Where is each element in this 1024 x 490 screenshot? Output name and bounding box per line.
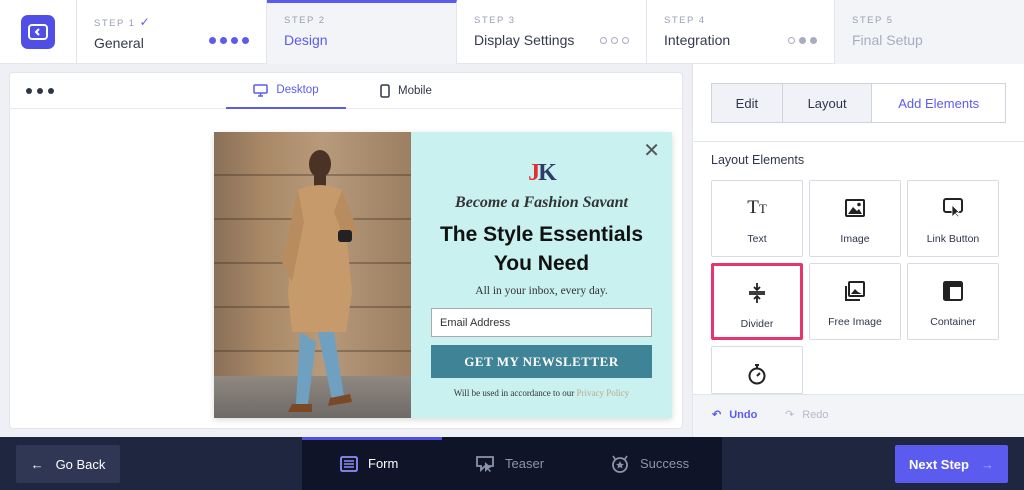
text-icon: TT	[747, 197, 767, 218]
preview-canvas: Desktop Mobile ✕ JK Become a Fashion Sav…	[10, 73, 682, 428]
tab-form[interactable]: Form	[340, 437, 398, 490]
popup-subtext[interactable]: All in your inbox, every day.	[411, 285, 672, 297]
tab-mobile[interactable]: Mobile	[380, 73, 432, 109]
tab-label: Desktop	[276, 84, 319, 96]
elements-panel: Edit Layout Add Elements Layout Elements…	[692, 64, 1024, 437]
popup-tagline[interactable]: Become a Fashion Savant	[411, 194, 672, 212]
cursor-click-icon	[943, 196, 963, 220]
step-design[interactable]: STEP 2 Design	[267, 0, 457, 64]
step-number: STEP 3	[474, 15, 516, 26]
back-logo-icon	[21, 15, 55, 49]
step-number: STEP 1	[94, 18, 136, 29]
privacy-policy-link[interactable]: Privacy Policy	[577, 388, 630, 398]
step-number: STEP 4	[664, 15, 706, 26]
preview-toolbar: Desktop Mobile	[10, 73, 682, 109]
element-container[interactable]: Container	[907, 263, 999, 340]
progress-dots	[600, 37, 629, 44]
footer-bar: ← Go Back Form Teaser Success Next Step …	[0, 437, 1024, 490]
arrow-left-icon: ←	[30, 456, 44, 472]
redo-button[interactable]: ↷ Redo	[785, 408, 829, 422]
panel-tabs: Edit Layout Add Elements	[711, 83, 1006, 123]
step-title: Design	[284, 32, 328, 48]
container-icon	[943, 279, 963, 303]
popup-headline[interactable]: The Style Essentials You Need	[431, 220, 652, 278]
success-icon	[612, 455, 628, 473]
more-icon[interactable]	[26, 88, 54, 94]
arrow-right-icon: →	[980, 456, 994, 472]
go-back-button[interactable]: ← Go Back	[16, 445, 120, 483]
newsletter-button[interactable]: GET MY NEWSLETTER	[431, 345, 652, 378]
tab-add-elements[interactable]: Add Elements	[872, 84, 1005, 122]
section-label: Layout Elements	[711, 153, 805, 167]
step-integration[interactable]: STEP 4 Integration	[647, 0, 835, 64]
teaser-icon	[476, 455, 494, 472]
stopwatch-icon	[747, 362, 767, 386]
popup-content: ✕ JK Become a Fashion Savant The Style E…	[411, 132, 672, 418]
element-free-image[interactable]: Free Image	[809, 263, 901, 340]
form-tabs: Form Teaser Success	[302, 437, 722, 490]
image-icon	[845, 196, 865, 220]
undo-button[interactable]: ↶ Undo	[712, 408, 757, 422]
step-display-settings[interactable]: STEP 3 Display Settings	[457, 0, 647, 64]
logo[interactable]	[0, 0, 77, 64]
desktop-icon	[253, 83, 269, 97]
progress-dots	[788, 37, 817, 44]
progress-dots	[209, 37, 249, 44]
step-number: STEP 2	[284, 15, 326, 26]
tab-teaser[interactable]: Teaser	[475, 437, 544, 490]
element-link-button[interactable]: Link Button	[907, 180, 999, 257]
redo-icon: ↷	[785, 409, 795, 421]
undo-icon: ↶	[712, 409, 722, 421]
tab-layout[interactable]: Layout	[782, 84, 873, 122]
tab-desktop[interactable]: Desktop	[226, 73, 346, 109]
divider-icon	[747, 281, 767, 305]
form-icon	[340, 455, 358, 472]
element-divider[interactable]: Divider	[711, 263, 803, 340]
privacy-note[interactable]: Will be used in accordance to our Privac…	[411, 388, 672, 398]
brand-logo: JK	[528, 160, 557, 186]
free-image-icon	[845, 279, 865, 303]
step-title: Final Setup	[852, 32, 923, 48]
step-general[interactable]: STEP 1 ✓ General	[77, 0, 267, 64]
check-icon: ✓	[139, 15, 152, 29]
step-final-setup[interactable]: STEP 5 Final Setup	[835, 0, 1024, 64]
tab-success[interactable]: Success	[610, 437, 689, 490]
history-bar: ↶ Undo ↷ Redo	[693, 394, 1024, 437]
element-timer[interactable]	[711, 346, 803, 394]
step-header: STEP 1 ✓ General STEP 2 Design STEP 3 Dis…	[0, 0, 1024, 64]
newsletter-popup: ✕ JK Become a Fashion Savant The Style E…	[214, 132, 672, 418]
element-image[interactable]: Image	[809, 180, 901, 257]
next-step-button[interactable]: Next Step →	[895, 445, 1008, 483]
hero-image[interactable]	[214, 132, 411, 418]
email-field[interactable]: Email Address	[431, 308, 652, 337]
tab-label: Mobile	[398, 85, 432, 97]
tab-edit[interactable]: Edit	[712, 84, 783, 122]
element-text[interactable]: TT Text	[711, 180, 803, 257]
step-number: STEP 5	[852, 15, 894, 26]
mobile-icon	[380, 84, 390, 98]
